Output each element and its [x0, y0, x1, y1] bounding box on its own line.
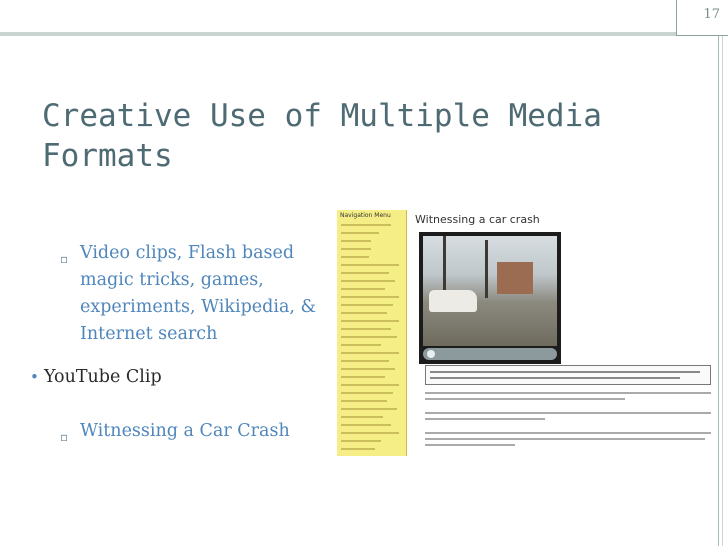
bullet-line: Internet search: [80, 324, 218, 344]
caption-line: [430, 371, 700, 373]
bullet-car-crash-text: Witnessing a Car Crash: [80, 421, 290, 441]
nav-line: [341, 232, 379, 234]
nav-line: [341, 368, 395, 370]
bullet-media-formats-text: Video clips, Flash based magic tricks, g…: [80, 240, 325, 348]
nav-line: [341, 416, 383, 418]
nav-line: [341, 272, 389, 274]
nav-line: [341, 288, 385, 290]
video-title: Witnessing a car crash: [415, 213, 540, 226]
nav-line: [341, 240, 371, 242]
paragraph-line: [425, 392, 711, 394]
embedded-course-screenshot: Navigation Menu Witnessing a car crash: [337, 210, 717, 456]
dot-bullet-icon: •: [30, 368, 39, 386]
nav-line: [341, 256, 369, 258]
car-shape: [429, 290, 477, 312]
play-icon[interactable]: [427, 350, 435, 358]
nav-line: [341, 328, 391, 330]
nav-line: [341, 360, 389, 362]
bullet-line: Video clips, Flash based: [80, 243, 295, 263]
navigation-menu: Navigation Menu: [337, 210, 407, 456]
nav-line: [341, 440, 381, 442]
nav-line: [341, 248, 371, 250]
video-controls[interactable]: [423, 348, 557, 360]
nav-line: [341, 400, 387, 402]
nav-line: [341, 320, 399, 322]
video-player[interactable]: [419, 232, 561, 364]
house-shape: [497, 262, 533, 294]
top-bar-fill: [0, 0, 676, 36]
nav-line: [341, 448, 375, 450]
nav-line: [341, 224, 391, 226]
slide-title-line-2: Formats: [42, 138, 173, 174]
nav-line: [341, 392, 393, 394]
nav-line: [341, 344, 381, 346]
top-bar-band: [0, 32, 676, 36]
nav-line: [341, 304, 393, 306]
paragraph-line: [425, 432, 711, 434]
right-rule: [718, 36, 719, 546]
nav-line: [341, 264, 399, 266]
paragraph-line: [425, 412, 711, 414]
slide-title-line-1: Creative Use of Multiple Media: [42, 98, 602, 134]
nav-line: [341, 376, 385, 378]
square-bullet-icon: ▫: [60, 252, 69, 266]
right-rule-secondary: [722, 36, 723, 546]
caption-box: [425, 365, 711, 385]
paragraph-line: [425, 444, 515, 446]
nav-line: [341, 384, 399, 386]
page-number: 17: [703, 7, 720, 22]
navigation-menu-title: Navigation Menu: [340, 212, 391, 219]
nav-line: [341, 296, 399, 298]
bullet-youtube-clip-text: YouTube Clip: [44, 367, 162, 387]
nav-line: [341, 336, 397, 338]
paragraph-line: [425, 438, 705, 440]
top-bar: [0, 0, 728, 36]
nav-line: [341, 280, 395, 282]
nav-line: [341, 432, 399, 434]
caption-line: [430, 377, 680, 379]
paragraph-line: [425, 418, 545, 420]
nav-line: [341, 352, 399, 354]
nav-line: [341, 408, 397, 410]
paragraph-line: [425, 398, 625, 400]
nav-line: [341, 424, 391, 426]
tree-shape: [443, 236, 446, 298]
slide-title: Creative Use of Multiple Media Formats: [42, 96, 642, 176]
square-bullet-icon: ▫: [60, 430, 69, 444]
tree-shape: [485, 240, 488, 298]
nav-line: [341, 312, 387, 314]
bullet-line: experiments, Wikipedia, &: [80, 297, 317, 317]
bullet-line: magic tricks, games,: [80, 270, 264, 290]
